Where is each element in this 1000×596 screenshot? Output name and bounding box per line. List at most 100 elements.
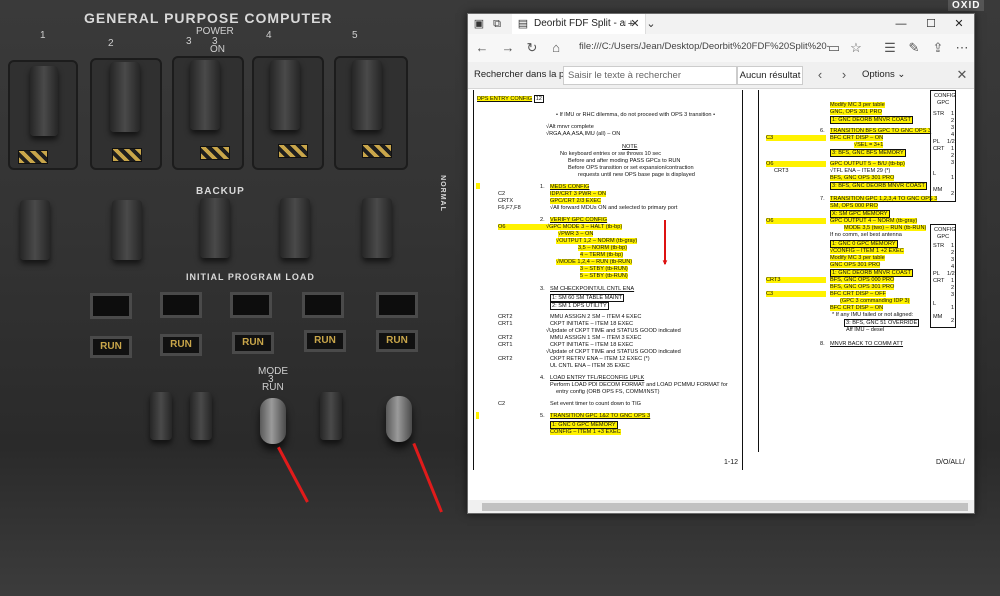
doc-line: Before and after moding PASS GPCs to RUN — [568, 158, 681, 164]
find-options-button[interactable]: Options ⌄ — [862, 69, 905, 80]
section-header-box: 12 — [533, 95, 544, 103]
row-text: √GPC MODE 3 – HALT (tb-bp) — [546, 224, 623, 231]
section-header-text: DPS ENTRY CONFIG — [477, 96, 533, 102]
table-cell: 2 — [951, 250, 955, 256]
home-icon[interactable]: ⌂ — [548, 40, 564, 56]
mode-switch-3[interactable] — [260, 398, 286, 444]
oxid-label: OXID — [948, 0, 985, 11]
doc-line: √RGA,AA,ASA,IMU (all) – ON — [546, 131, 621, 137]
find-next-icon[interactable]: › — [836, 67, 852, 83]
step-title: TRANSITION BFS GPC TO GNC OPS 3 — [830, 128, 932, 135]
power-switch-3[interactable] — [190, 60, 220, 130]
row-label: F6,F7,F8 — [498, 205, 521, 211]
close-window-icon[interactable]: ✕ — [944, 14, 974, 34]
row-text: SM, OPS 000 PRO — [830, 203, 878, 210]
row-text: √Update of CKPT TIME and STATUS GOOD ind… — [546, 328, 681, 334]
reading-view-icon[interactable]: ▭ — [826, 40, 842, 56]
row-text: Modify MC 3 per table — [830, 102, 885, 109]
find-close-icon[interactable]: ✕ — [954, 67, 970, 83]
table-cell: 3 — [951, 125, 955, 131]
horizontal-scrollbar[interactable] — [468, 500, 974, 513]
tab-list-icon[interactable]: ⧉ — [490, 17, 504, 31]
backup-switch-2[interactable] — [112, 200, 142, 260]
refresh-icon[interactable]: ↻ — [524, 40, 540, 56]
mode-switch-1[interactable] — [150, 392, 172, 440]
favorites-hub-icon[interactable]: ☰ — [882, 40, 898, 56]
mode-switch-5[interactable] — [386, 396, 412, 442]
mode-switch-4[interactable] — [320, 392, 342, 440]
backup-switch-5[interactable] — [362, 198, 392, 258]
run-indicator-3: RUN — [232, 332, 274, 354]
table-label: L — [933, 171, 937, 177]
tab-dropdown-icon[interactable]: ⌄ — [644, 17, 658, 31]
section-header: DPS ENTRY CONFIG 12 — [477, 95, 544, 103]
tab-title: Deorbit FDF Split - anno — [534, 18, 626, 29]
table-cell: 2 — [951, 285, 955, 291]
mode-run-label: RUN — [262, 382, 284, 393]
power-switch-1[interactable] — [30, 66, 58, 136]
more-icon[interactable]: ⋯ — [954, 40, 970, 56]
minimize-icon[interactable]: — — [886, 14, 916, 34]
maximize-icon[interactable]: ☐ — [916, 14, 946, 34]
table-cell: 4 — [951, 264, 955, 270]
red-annotation-arrow — [412, 442, 443, 513]
table-header: GPC — [937, 100, 950, 106]
chevron-down-icon: ⌄ — [897, 69, 906, 80]
backup-switch-1[interactable] — [20, 200, 50, 260]
find-options-label: Options — [862, 69, 895, 80]
power-switch-2[interactable] — [110, 62, 140, 132]
doc-line: Before OPS transition or set expansion/c… — [568, 165, 694, 171]
tab-preview-icon[interactable]: ▣ — [472, 17, 486, 31]
row-text: √SEL = 3+1 — [854, 142, 884, 149]
row-label: CRT3 — [766, 277, 826, 284]
row-text: 5 – STBY (tb-RUN) — [580, 273, 628, 280]
scroll-thumb[interactable] — [482, 503, 968, 511]
find-bar: Rechercher dans la page Aucun résultat ‹… — [468, 62, 974, 89]
row-label: CRT1 — [498, 321, 513, 327]
ipl-window-4 — [302, 292, 344, 318]
page-border — [742, 90, 743, 470]
ipl-window-1 — [90, 293, 132, 319]
step-number: 2. — [540, 217, 545, 223]
row-label: C2 — [498, 191, 506, 197]
mode-switch-2[interactable] — [190, 392, 212, 440]
row-text: If no comm, sel best antenna — [830, 232, 902, 238]
step-title: MNVR BACK TO COMM ATT — [830, 341, 904, 347]
row-text: CONFIG – ITEM 1 +3 EXEC — [550, 429, 621, 436]
row-text: √All forward MDUs ON and selected to pri… — [550, 205, 678, 211]
back-icon[interactable]: ← — [474, 40, 490, 56]
gpc-panel-title: GENERAL PURPOSE COMPUTER — [84, 10, 333, 26]
new-tab-icon[interactable]: + — [624, 17, 638, 31]
step-title: TRANSITION GPC 1&2 TO GNC OPS 3 — [550, 413, 651, 420]
find-result-count: Aucun résultat — [737, 66, 803, 85]
navigation-bar: ← → ↻ ⌂ file:///C:/Users/Jean/Desktop/De… — [468, 34, 974, 62]
power-switch-4[interactable] — [270, 60, 300, 130]
row-text: CKPT INITIATE – ITEM 18 EXEC — [550, 342, 634, 348]
web-note-icon[interactable]: ✎ — [906, 40, 922, 56]
share-icon[interactable]: ⇪ — [930, 40, 946, 56]
page-footer: D/O/ALL/ — [936, 459, 965, 466]
forward-icon[interactable]: → — [500, 40, 516, 56]
row-text: Modify MC 3 per table — [830, 255, 885, 262]
table-cell: 4 — [951, 132, 955, 138]
address-bar[interactable]: file:///C:/Users/Jean/Desktop/Deorbit%20… — [579, 41, 829, 55]
row-label: O6 — [766, 218, 826, 225]
find-previous-icon[interactable]: ‹ — [812, 67, 828, 83]
table-label: STR — [933, 243, 945, 249]
row-text: Set event timer to count down to TIG — [550, 401, 641, 407]
backup-switch-3[interactable] — [200, 198, 230, 258]
power-switch-5[interactable] — [352, 60, 382, 130]
display-box: 3: BFS, GNC DEORB MNVR COAST — [830, 182, 927, 191]
backup-switch-4[interactable] — [280, 198, 310, 258]
step-number: 5. — [540, 413, 545, 419]
red-annotation-arrow — [277, 446, 309, 503]
find-input[interactable] — [563, 66, 737, 85]
row-text: 3 – STBY (tb-RUN) — [580, 266, 628, 273]
step-title: VERIFY GPC CONFIG — [550, 217, 608, 224]
row-label: CRT1 — [498, 342, 513, 348]
table-label: PL — [933, 139, 940, 145]
row-text: BFS, GNC OPS 301 PRO — [830, 284, 895, 291]
favorite-star-icon[interactable]: ☆ — [848, 40, 864, 56]
page-border — [473, 90, 474, 470]
row-text: GNC, OPS 301 PRO — [830, 109, 882, 116]
